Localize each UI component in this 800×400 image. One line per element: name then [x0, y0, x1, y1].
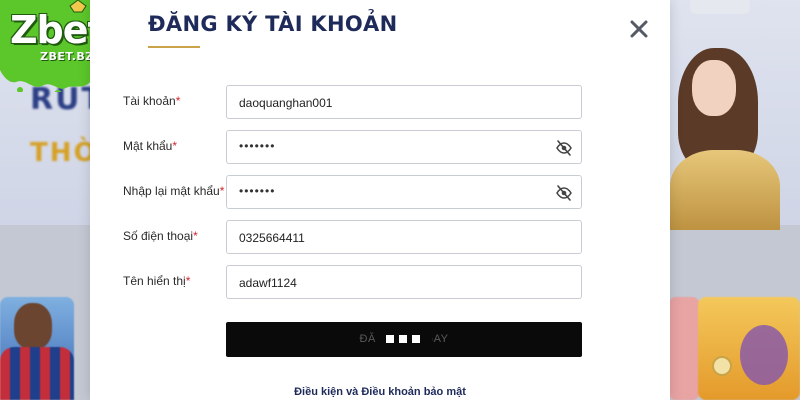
phone-row: Số điện thoại* 0325664411 [90, 220, 670, 254]
confirm-password-value: ••••••• [239, 184, 276, 198]
title-underline [148, 46, 200, 48]
phone-input[interactable]: 0325664411 [226, 220, 582, 254]
background-promo-model-image [668, 40, 800, 230]
logo-domain: ZBET.BZ [40, 50, 94, 63]
background-game-card [668, 297, 700, 400]
background-nav-button [690, 0, 750, 14]
password-input[interactable]: ••••••• [226, 130, 582, 164]
password-label: Mật khẩu* [123, 139, 178, 153]
register-modal: ĐĂNG KÝ TÀI KHOẢN Tài khoản* daoquanghan… [90, 0, 670, 400]
register-submit-button[interactable]: ĐĂNG KÝ NGAY [226, 322, 582, 357]
modal-title: ĐĂNG KÝ TÀI KHOẢN [148, 12, 398, 36]
close-icon [630, 20, 648, 38]
confirm-password-label: Nhập lại mật khẩu* [123, 184, 225, 198]
password-row: Mật khẩu* ••••••• [90, 130, 670, 164]
username-label: Tài khoản* [123, 94, 181, 108]
confirm-password-input[interactable]: ••••••• [226, 175, 582, 209]
display-name-row: Tên hiển thị* adawf1124 [90, 265, 670, 299]
display-name-input[interactable]: adawf1124 [226, 265, 582, 299]
password-visibility-toggle[interactable] [555, 139, 573, 157]
confirm-password-row: Nhập lại mật khẩu* ••••••• [90, 175, 670, 209]
confirm-password-visibility-toggle[interactable] [555, 184, 573, 202]
username-input[interactable]: daoquanghan001 [226, 85, 582, 119]
display-name-label: Tên hiển thị* [123, 274, 191, 288]
username-value: daoquanghan001 [239, 96, 333, 110]
background-dragon-image [740, 325, 788, 385]
background-sports-card [0, 297, 74, 400]
phone-value: 0325664411 [239, 231, 305, 245]
eye-slash-icon [556, 185, 572, 201]
username-row: Tài khoản* daoquanghan001 [90, 85, 670, 119]
background-coin-icon [712, 356, 732, 376]
close-button[interactable] [626, 16, 652, 42]
password-value: ••••••• [239, 139, 276, 153]
display-name-value: adawf1124 [239, 276, 297, 290]
phone-label: Số điện thoại* [123, 229, 198, 243]
eye-slash-icon [556, 140, 572, 156]
terms-privacy-link[interactable]: Điều kiện và Điều khoản bảo mật [90, 386, 670, 398]
loading-spinner-icon [382, 335, 426, 345]
